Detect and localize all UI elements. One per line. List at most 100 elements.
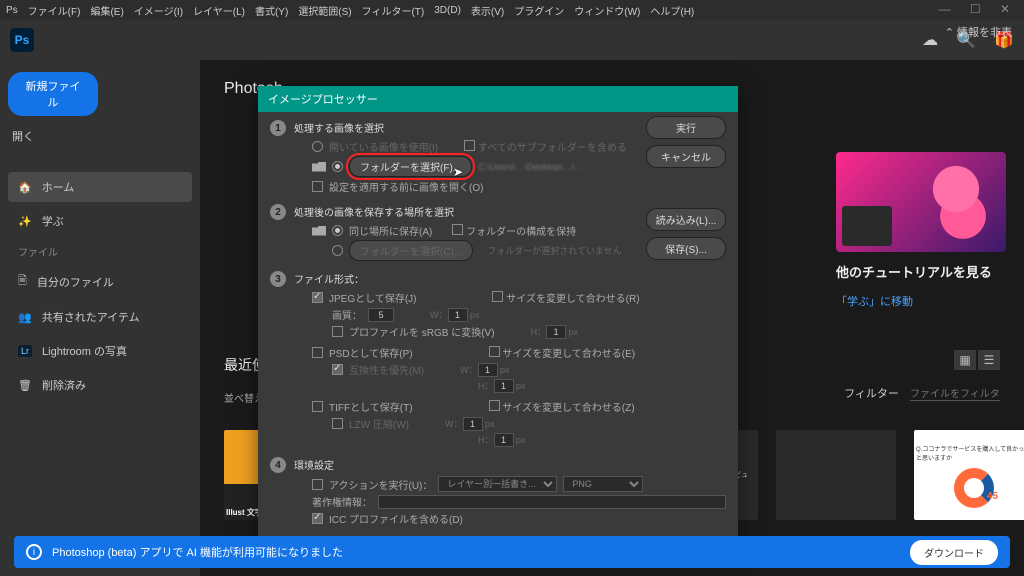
sidebar-item-label: ホーム bbox=[42, 179, 75, 195]
jpeg-w-input bbox=[448, 308, 468, 322]
recent-file-thumb[interactable]: Q.ココナラでサービスを購入して良かったと思いますか bbox=[914, 430, 1024, 520]
source-path: C:\Users\…\Desktop\…\… bbox=[478, 162, 583, 172]
banner-text: Photoshop (beta) アプリで AI 機能が利用可能になりました bbox=[52, 544, 343, 560]
menubar[interactable]: Ps ファイル(F) 編集(E) イメージ(I) レイヤー(L) 書式(Y) 選… bbox=[0, 0, 1024, 20]
resize-psd-checkbox bbox=[489, 346, 500, 357]
shared-icon: 👥 bbox=[18, 311, 32, 324]
menu-layer[interactable]: レイヤー(L) bbox=[193, 3, 245, 18]
cancel-button[interactable]: キャンセル bbox=[646, 145, 726, 168]
list-view-icon[interactable]: ☰ bbox=[978, 350, 1000, 370]
sidebar-item-shared[interactable]: 👥 共有されたアイテム bbox=[8, 302, 192, 332]
jpeg-h-input bbox=[546, 325, 566, 339]
menu-filter[interactable]: フィルター(T) bbox=[362, 3, 425, 18]
sidebar-item-lightroom[interactable]: Lr Lightroom の写真 bbox=[8, 336, 192, 366]
menu-type[interactable]: 書式(Y) bbox=[255, 3, 288, 18]
step-badge: 1 bbox=[270, 120, 286, 136]
sidebar-item-label: 共有されたアイテム bbox=[42, 309, 140, 325]
select-dest-folder-radio[interactable] bbox=[332, 245, 343, 256]
copyright-input[interactable] bbox=[378, 495, 726, 509]
quality-input[interactable] bbox=[368, 308, 394, 322]
tutorial-title: 他のチュートリアルを見る bbox=[836, 262, 1012, 281]
jpeg-checkbox[interactable] bbox=[312, 292, 323, 303]
menu-edit[interactable]: 編集(E) bbox=[90, 3, 123, 18]
dialog-title: イメージプロセッサー bbox=[258, 86, 738, 112]
filter-label: フィルター bbox=[844, 388, 899, 400]
view-toggle[interactable]: ▦ ☰ bbox=[954, 350, 1000, 370]
tutorial-panel: 他のチュートリアルを見る 「学ぶ」に移動 bbox=[824, 140, 1024, 321]
image-processor-dialog: イメージプロセッサー 実行 キャンセル 読み込み(L)... 保存(S)... … bbox=[258, 86, 738, 548]
grid-view-icon[interactable]: ▦ bbox=[954, 350, 976, 370]
sidebar-item-label: 削除済み bbox=[42, 377, 86, 393]
run-button[interactable]: 実行 bbox=[646, 116, 726, 139]
select-dest-folder-button: フォルダーを選択(C)... bbox=[349, 240, 473, 261]
sidebar-item-deleted[interactable]: 🗑 削除済み bbox=[8, 370, 192, 400]
app-logo: Ps bbox=[10, 28, 34, 52]
include-subfolders-checkbox[interactable] bbox=[464, 140, 475, 151]
load-button[interactable]: 読み込み(L)... bbox=[646, 208, 726, 231]
cursor-icon: ➤ bbox=[453, 165, 463, 179]
select-folder-radio[interactable] bbox=[332, 161, 343, 172]
sidebar-item-label: 学ぶ bbox=[42, 213, 64, 229]
window-controls[interactable]: — ☐ ✕ bbox=[939, 2, 1018, 16]
tiff-h-input bbox=[494, 433, 514, 447]
cloud-icon[interactable]: ☁ bbox=[922, 30, 938, 50]
home-icon: 🏠 bbox=[18, 181, 32, 194]
collapse-info-button[interactable]: ⌃ 情報を非表 bbox=[945, 24, 1012, 40]
sidebar-section-label: ファイル bbox=[8, 240, 192, 261]
select-source-folder-button[interactable]: フォルダーを選択(F)...➤ bbox=[349, 156, 472, 177]
step-badge: 4 bbox=[270, 457, 286, 473]
psd-w-input bbox=[478, 363, 498, 377]
keep-structure-checkbox bbox=[452, 224, 463, 235]
sidebar-item-learn[interactable]: ✨ 学ぶ bbox=[8, 206, 192, 236]
folder-icon bbox=[312, 226, 326, 236]
download-button[interactable]: ダウンロード bbox=[910, 540, 998, 565]
recent-file-thumb[interactable] bbox=[776, 430, 896, 520]
topbar: Ps ☁ 🔍 🎁 bbox=[0, 20, 1024, 60]
new-file-button[interactable]: 新規ファイル bbox=[8, 72, 98, 116]
section-head: 環境設定 bbox=[294, 457, 726, 472]
menu-3d[interactable]: 3D(D) bbox=[434, 5, 461, 16]
sidebar-item-label: Lightroom の写真 bbox=[42, 343, 127, 359]
info-icon: i bbox=[26, 544, 42, 560]
sidebar-item-label: 自分のファイル bbox=[37, 274, 114, 290]
menu-view[interactable]: 表示(V) bbox=[471, 3, 504, 18]
tutorial-link[interactable]: 「学ぶ」に移動 bbox=[836, 293, 1012, 309]
file-icon: 🗎 bbox=[18, 272, 27, 291]
psd-checkbox[interactable] bbox=[312, 347, 323, 358]
step-badge: 3 bbox=[270, 271, 286, 287]
max-compat-checkbox bbox=[332, 364, 343, 375]
save-settings-button[interactable]: 保存(S)... bbox=[646, 237, 726, 260]
open-first-checkbox[interactable] bbox=[312, 181, 323, 192]
step-badge: 2 bbox=[270, 204, 286, 220]
menu-window[interactable]: ウィンドウ(W) bbox=[574, 3, 640, 18]
use-open-radio[interactable] bbox=[312, 141, 323, 152]
lzw-checkbox bbox=[332, 418, 343, 429]
resize-tiff-checkbox bbox=[489, 400, 500, 411]
sidebar: 新規ファイル 開く 🏠 ホーム ✨ 学ぶ ファイル 🗎 自分のファイル 👥 共有… bbox=[0, 60, 200, 576]
menu-help[interactable]: ヘルプ(H) bbox=[650, 3, 694, 18]
tiff-checkbox[interactable] bbox=[312, 401, 323, 412]
sidebar-item-home[interactable]: 🏠 ホーム bbox=[8, 172, 192, 202]
menu-file[interactable]: ファイル(F) bbox=[28, 3, 81, 18]
run-action-checkbox[interactable] bbox=[312, 479, 323, 490]
icc-checkbox[interactable] bbox=[312, 513, 323, 524]
donut-chart-icon bbox=[954, 468, 994, 508]
menu-plugins[interactable]: プラグイン bbox=[514, 3, 564, 18]
section-head: ファイル形式： bbox=[294, 271, 726, 286]
psd-h-input bbox=[494, 379, 514, 393]
srgb-checkbox[interactable] bbox=[332, 326, 343, 337]
action-set-select: レイヤー別一括書き... bbox=[438, 476, 557, 492]
menu-image[interactable]: イメージ(I) bbox=[134, 3, 183, 18]
filter-input[interactable] bbox=[910, 389, 1000, 401]
tutorial-thumbnail[interactable] bbox=[836, 152, 1006, 252]
menu-select[interactable]: 選択範囲(S) bbox=[298, 3, 351, 18]
sidebar-item-your-files[interactable]: 🗎 自分のファイル bbox=[8, 265, 192, 298]
resize-jpeg-checkbox[interactable] bbox=[492, 291, 503, 302]
lightroom-icon: Lr bbox=[18, 345, 32, 357]
folder-icon bbox=[312, 162, 326, 172]
same-location-radio[interactable] bbox=[332, 225, 343, 236]
action-name-select: PNG bbox=[563, 476, 643, 492]
learn-icon: ✨ bbox=[18, 215, 32, 228]
beta-banner: i Photoshop (beta) アプリで AI 機能が利用可能になりました… bbox=[14, 536, 1010, 568]
open-button[interactable]: 開く bbox=[8, 120, 192, 152]
